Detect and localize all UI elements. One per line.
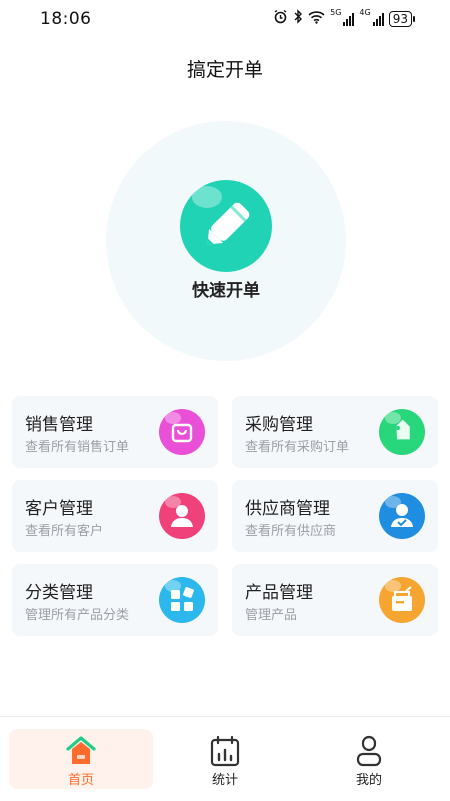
status-time: 18:06 <box>40 9 92 29</box>
card-purchase-management[interactable]: 采购管理 查看所有采购订单 <box>232 396 438 468</box>
network-type-1: 5G <box>330 8 342 17</box>
card-subtitle: 查看所有供应商 <box>245 524 337 539</box>
tab-label: 首页 <box>67 773 94 788</box>
network-type-2: 4G <box>359 8 371 17</box>
card-subtitle: 查看所有销售订单 <box>25 440 130 455</box>
card-subtitle: 管理产品 <box>245 608 298 623</box>
product-box-icon <box>379 577 425 623</box>
card-subtitle: 管理所有产品分类 <box>25 608 130 623</box>
category-grid-icon <box>159 577 205 623</box>
supplier-icon <box>379 493 425 539</box>
card-sales-management[interactable]: 销售管理 查看所有销售订单 <box>12 396 218 468</box>
card-title: 采购管理 <box>245 415 313 435</box>
tab-label: 统计 <box>211 773 238 788</box>
card-customer-management[interactable]: 客户管理 查看所有客户 <box>12 480 218 552</box>
alarm-icon <box>273 9 288 28</box>
price-tag-icon <box>379 409 425 455</box>
card-title: 供应商管理 <box>245 499 330 519</box>
card-title: 分类管理 <box>25 583 93 603</box>
bluetooth-icon <box>293 9 303 28</box>
status-bar: 18:06 5G 4G 93 <box>0 0 450 40</box>
shopping-bag-icon <box>159 409 205 455</box>
card-title: 产品管理 <box>245 583 313 603</box>
signal-icon-2 <box>372 12 384 26</box>
tab-label: 我的 <box>355 773 382 788</box>
card-supplier-management[interactable]: 供应商管理 查看所有供应商 <box>232 480 438 552</box>
status-icons: 5G 4G 93 <box>273 8 416 28</box>
card-subtitle: 查看所有客户 <box>25 524 104 539</box>
calendar-chart-icon <box>210 735 240 767</box>
wifi-icon <box>308 10 325 28</box>
quick-order-button[interactable] <box>180 180 272 272</box>
bottom-tab-bar: 首页 统计 我的 <box>0 716 450 801</box>
pencil-icon <box>207 202 250 245</box>
battery-indicator: 93 <box>388 10 416 27</box>
user-icon <box>356 735 382 767</box>
quick-order-label: 快速开单 <box>192 281 260 301</box>
card-product-management[interactable]: 产品管理 管理产品 <box>232 564 438 636</box>
tab-statistics[interactable]: 统计 <box>153 729 297 789</box>
page-title: 搞定开单 <box>186 59 263 81</box>
card-title: 销售管理 <box>25 415 93 435</box>
card-subtitle: 查看所有采购订单 <box>245 440 350 455</box>
tab-home[interactable]: 首页 <box>9 729 153 789</box>
customer-icon <box>159 493 205 539</box>
card-category-management[interactable]: 分类管理 管理所有产品分类 <box>12 564 218 636</box>
home-icon <box>66 736 96 764</box>
card-title: 客户管理 <box>25 499 93 519</box>
signal-icon-1 <box>343 12 355 26</box>
tab-mine[interactable]: 我的 <box>297 729 441 789</box>
